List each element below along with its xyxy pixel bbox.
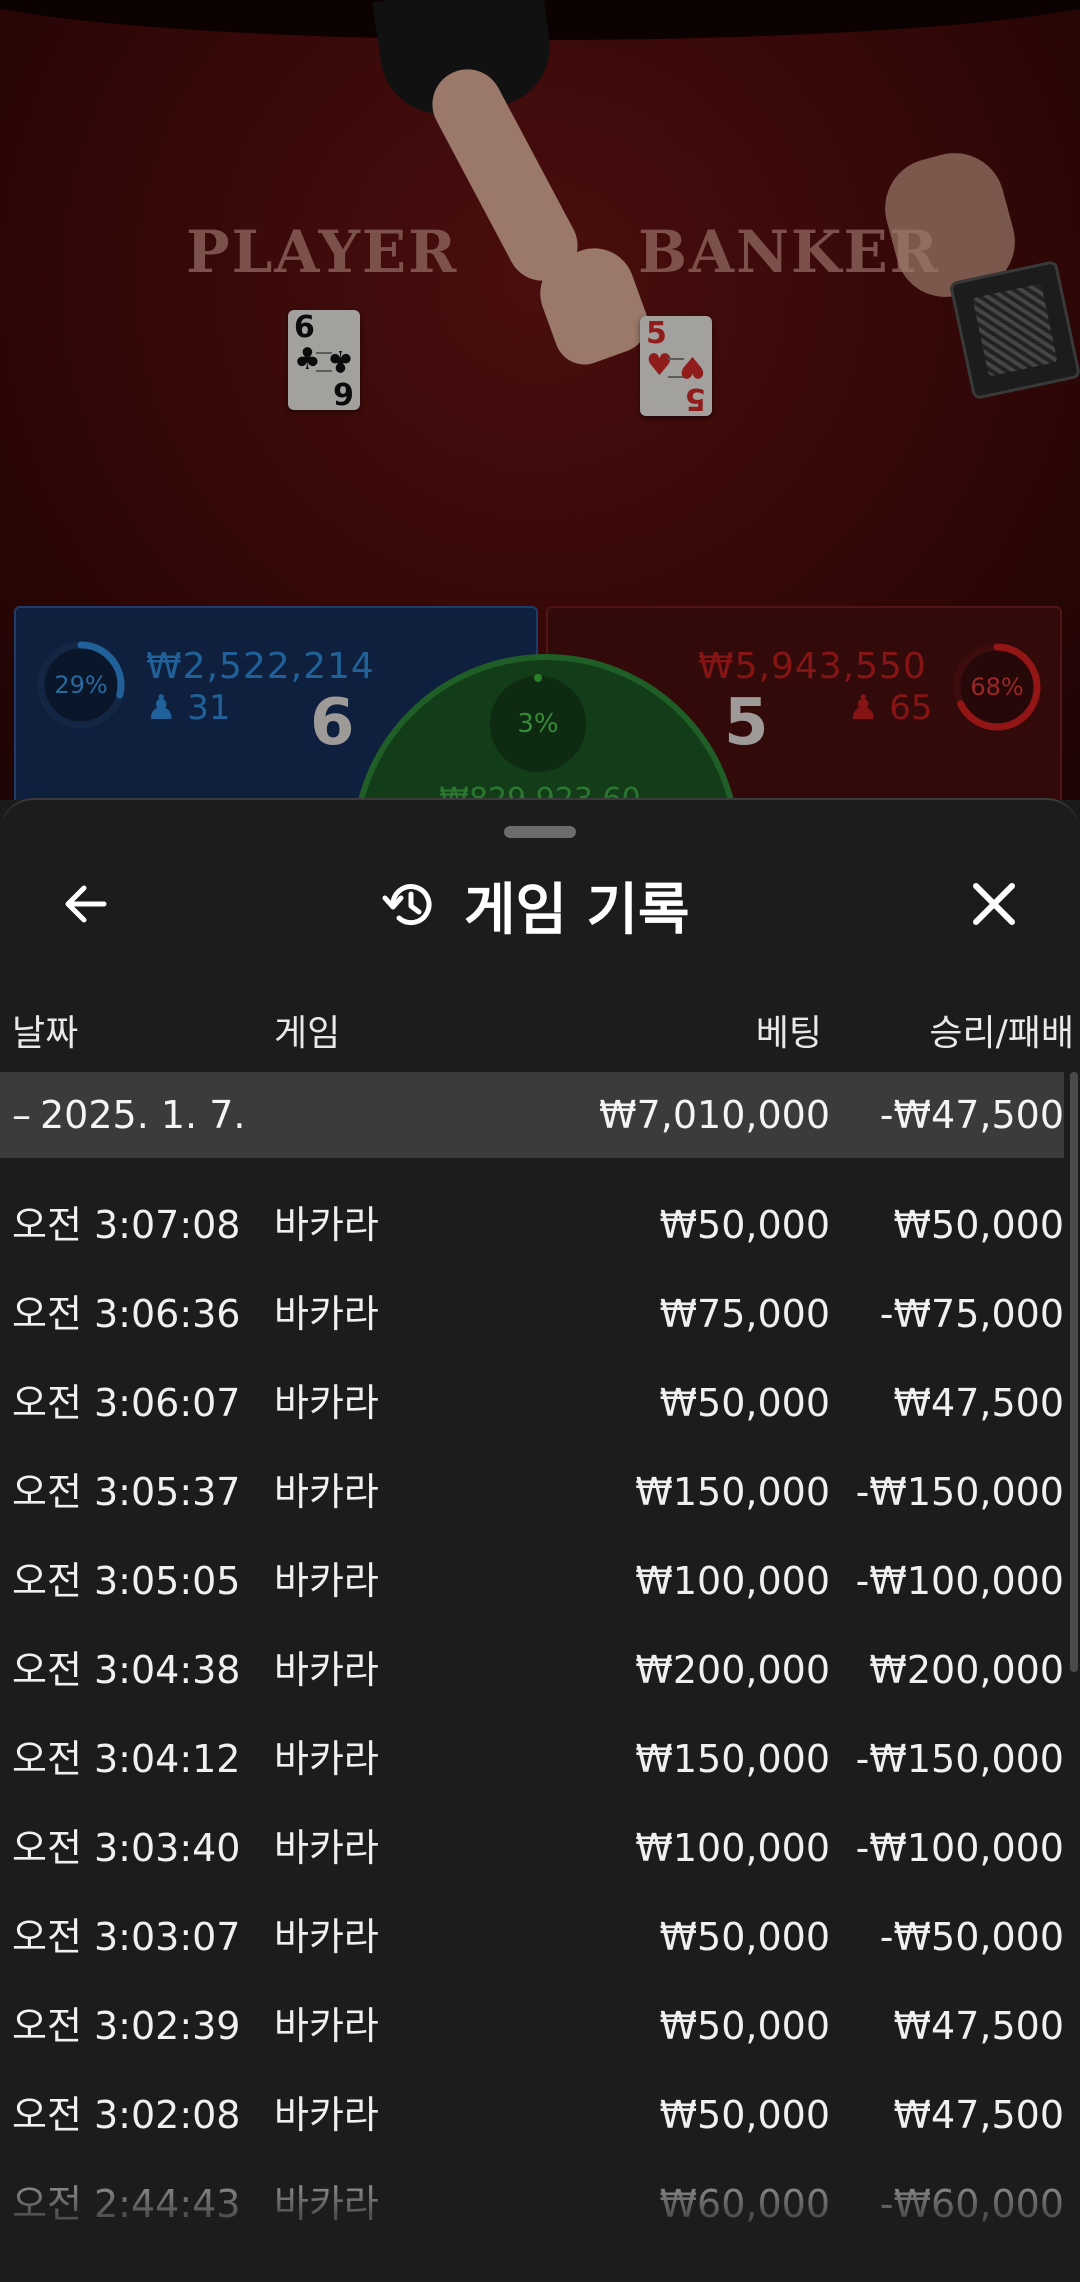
row-result: ₩200,000 xyxy=(869,1648,1064,1692)
column-game: 게임 xyxy=(274,1013,341,1054)
history-row[interactable]: 오전 3:05:05 바카라 ₩100,000 -₩100,000 xyxy=(0,1538,1064,1627)
close-button[interactable] xyxy=(954,864,1034,944)
history-row[interactable]: 오전 3:03:40 바카라 ₩100,000 -₩100,000 xyxy=(0,1805,1064,1894)
row-result: ₩47,500 xyxy=(893,2004,1064,2048)
row-bet: ₩100,000 xyxy=(635,1826,830,1870)
row-game: 바카라 xyxy=(274,1915,379,1959)
row-bet: ₩50,000 xyxy=(659,2004,830,2048)
row-game: 바카라 xyxy=(274,1292,379,1336)
history-row[interactable]: 오전 3:05:37 바카라 ₩150,000 -₩150,000 xyxy=(0,1449,1064,1538)
row-time: 오전 3:06:36 xyxy=(12,1292,241,1336)
row-game: 바카라 xyxy=(274,1737,379,1781)
sheet-header: 게임 기록 xyxy=(380,862,690,948)
history-icon xyxy=(382,884,432,926)
column-bet: 베팅 xyxy=(755,1013,822,1054)
group-total-result: -₩47,500 xyxy=(879,1093,1064,1137)
sheet-title: 게임 기록 xyxy=(464,877,690,943)
row-bet: ₩50,000 xyxy=(659,1915,830,1959)
row-time: 오전 3:03:40 xyxy=(12,1826,241,1870)
group-date: 2025. 1. 7. xyxy=(40,1093,246,1137)
row-bet: ₩50,000 xyxy=(659,1381,830,1425)
row-bet: ₩150,000 xyxy=(635,1737,830,1781)
history-row[interactable]: 오전 3:03:07 바카라 ₩50,000 -₩50,000 xyxy=(0,1894,1064,1983)
row-result: ₩47,500 xyxy=(893,1381,1064,1425)
row-time: 오전 3:05:37 xyxy=(12,1470,241,1514)
row-game: 바카라 xyxy=(274,2004,379,2048)
row-game: 바카라 xyxy=(274,1826,379,1870)
back-button[interactable] xyxy=(46,864,126,944)
row-game: 바카라 xyxy=(274,1203,379,1247)
row-bet: ₩150,000 xyxy=(635,1470,830,1514)
row-result: -₩150,000 xyxy=(855,1470,1064,1514)
bottom-fade xyxy=(0,2132,1080,2282)
column-date: 날짜 xyxy=(12,1013,79,1054)
row-bet: ₩75,000 xyxy=(659,1292,830,1336)
row-bet: ₩50,000 xyxy=(659,1203,830,1247)
history-row[interactable]: 오전 3:02:39 바카라 ₩50,000 ₩47,500 xyxy=(0,1983,1064,2072)
scrollbar[interactable] xyxy=(1070,1072,1078,1672)
row-time: 오전 3:07:08 xyxy=(12,1203,241,1247)
row-result: -₩50,000 xyxy=(879,1915,1064,1959)
row-bet: ₩100,000 xyxy=(635,1559,830,1603)
row-game: 바카라 xyxy=(274,1381,379,1425)
row-time: 오전 3:04:38 xyxy=(12,1648,241,1692)
row-result: -₩150,000 xyxy=(855,1737,1064,1781)
back-arrow-icon xyxy=(65,885,107,923)
row-result: -₩100,000 xyxy=(855,1826,1064,1870)
row-bet: ₩200,000 xyxy=(635,1648,830,1692)
collapse-icon: – xyxy=(12,1093,31,1137)
row-result: -₩75,000 xyxy=(879,1292,1064,1336)
row-game: 바카라 xyxy=(274,1470,379,1514)
row-time: 오전 3:03:07 xyxy=(12,1915,241,1959)
row-time: 오전 3:04:12 xyxy=(12,1737,241,1781)
row-result: ₩50,000 xyxy=(893,1203,1064,1247)
overlay-dim xyxy=(0,0,1080,800)
history-row[interactable]: 오전 3:07:08 바카라 ₩50,000 ₩50,000 xyxy=(0,1182,1064,1271)
row-time: 오전 3:06:07 xyxy=(12,1381,241,1425)
live-game-view: PLAYER BANKER 6 ♣ 6 ♣ 5 ♥ 5 ♥ 29% ₩2,522,214… xyxy=(0,0,1080,800)
history-row[interactable]: 오전 3:06:07 바카라 ₩50,000 ₩47,500 xyxy=(0,1360,1064,1449)
row-time: 오전 3:02:39 xyxy=(12,2004,241,2048)
table-header: 날짜 게임 베팅 승리/패배 xyxy=(0,1004,1080,1054)
column-result: 승리/패배 xyxy=(929,1013,1074,1054)
history-row[interactable]: 오전 3:04:12 바카라 ₩150,000 -₩150,000 xyxy=(0,1716,1064,1805)
history-row[interactable]: 오전 3:06:36 바카라 ₩75,000 -₩75,000 xyxy=(0,1271,1064,1360)
game-history-sheet: 게임 기록 날짜 게임 베팅 승리/패배 – 2025. 1. 7. ₩7,01… xyxy=(0,798,1080,2282)
drag-handle[interactable] xyxy=(504,826,576,838)
close-icon xyxy=(973,883,1015,925)
row-time: 오전 3:05:05 xyxy=(12,1559,241,1603)
row-game: 바카라 xyxy=(274,1648,379,1692)
date-group-header[interactable]: – 2025. 1. 7. ₩7,010,000 -₩47,500 xyxy=(0,1072,1064,1158)
row-game: 바카라 xyxy=(274,1559,379,1603)
group-total-bet: ₩7,010,000 xyxy=(599,1093,830,1137)
row-result: -₩100,000 xyxy=(855,1559,1064,1603)
history-row[interactable]: 오전 3:04:38 바카라 ₩200,000 ₩200,000 xyxy=(0,1627,1064,1716)
